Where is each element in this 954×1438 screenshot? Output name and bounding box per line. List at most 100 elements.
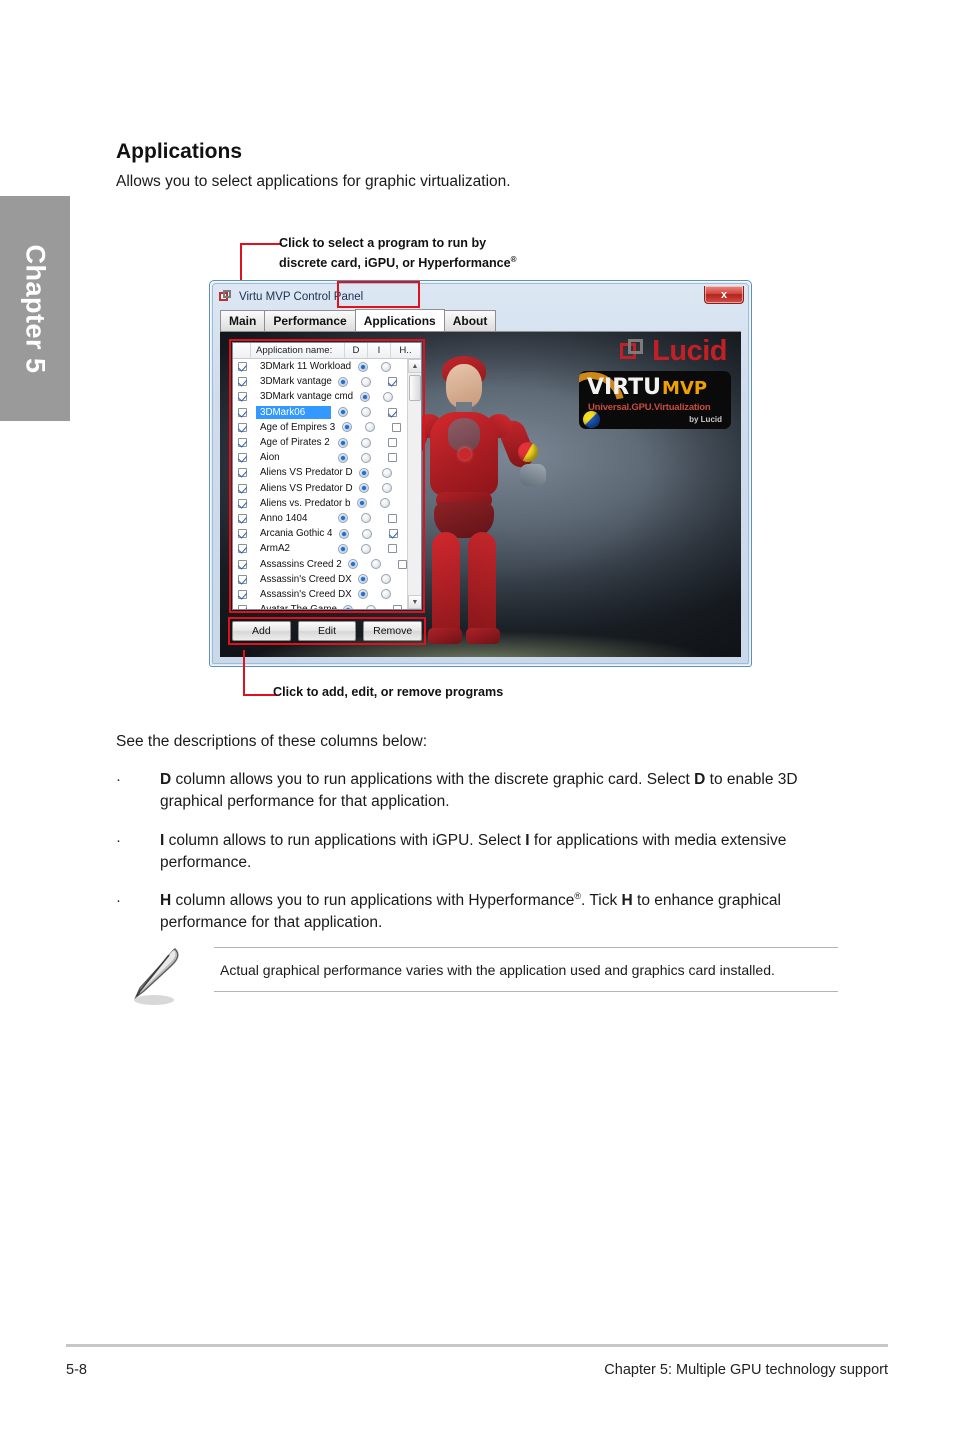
list-scrollbar[interactable]: ▲ ▼ [407,359,421,609]
row-h-checkbox[interactable] [399,484,407,493]
table-row[interactable]: Assassins Creed 2 [233,556,407,571]
row-d-radio[interactable] [332,376,355,387]
row-h-checkbox[interactable] [377,438,407,448]
column-header-name[interactable]: Application name: [251,343,345,358]
row-d-radio[interactable] [331,543,354,554]
scroll-up-icon[interactable]: ▲ [408,359,421,373]
row-d-radio[interactable] [353,483,376,494]
row-name-cell[interactable]: 3DMark vantage [251,375,332,388]
row-i-radio[interactable] [354,543,377,554]
table-row[interactable]: 3DMark06 [233,405,407,420]
close-icon[interactable]: x [704,286,744,304]
row-d-radio[interactable] [353,391,376,402]
row-enable-checkbox[interactable] [233,544,251,554]
row-enable-checkbox[interactable] [233,377,251,387]
row-enable-checkbox[interactable] [233,438,251,448]
row-enable-checkbox[interactable] [233,407,251,417]
table-row[interactable]: Age of Pirates 2 [233,435,407,450]
row-d-radio[interactable] [351,361,374,372]
row-i-radio[interactable] [375,574,398,585]
row-i-radio[interactable] [354,452,377,463]
remove-button[interactable]: Remove [363,621,423,641]
table-row[interactable]: Aion [233,450,407,465]
tab-applications[interactable]: Applications [354,309,445,331]
row-d-radio[interactable] [335,422,358,433]
table-row[interactable]: Arcania Gothic 4 [233,526,407,541]
row-h-checkbox[interactable] [398,590,407,599]
column-header-checkbox[interactable] [233,343,251,358]
row-h-checkbox[interactable] [399,392,407,401]
row-h-checkbox[interactable] [383,605,407,609]
row-d-radio[interactable] [331,513,354,524]
row-i-radio[interactable] [365,559,388,570]
row-i-radio[interactable] [355,376,378,387]
row-name-cell[interactable]: 3DMark06 [251,405,331,419]
column-header-i[interactable]: I [368,343,391,358]
row-name-cell[interactable]: Aliens VS Predator D [251,482,353,495]
row-h-checkbox[interactable] [397,362,407,371]
row-i-radio[interactable] [373,498,396,509]
table-row[interactable]: Aliens VS Predator D [233,481,407,496]
row-i-radio[interactable] [354,407,377,418]
row-name-cell[interactable]: Age of Pirates 2 [251,436,331,449]
row-name-cell[interactable]: Assassin's Creed DX [251,573,352,586]
row-i-radio[interactable] [354,513,377,524]
tab-performance[interactable]: Performance [264,310,356,331]
row-name-cell[interactable]: Arcania Gothic 4 [251,527,332,540]
row-enable-checkbox[interactable] [233,498,251,508]
row-i-radio[interactable] [358,422,381,433]
row-name-cell[interactable]: Assassins Creed 2 [251,558,342,571]
row-enable-checkbox[interactable] [233,529,251,539]
table-row[interactable]: Aliens VS Predator D [233,465,407,480]
row-d-radio[interactable] [342,559,365,570]
row-d-radio[interactable] [331,407,354,418]
row-i-radio[interactable] [376,467,399,478]
table-row[interactable]: 3DMark 11 Workload [233,359,407,374]
row-h-checkbox[interactable] [388,559,407,569]
row-d-radio[interactable] [331,437,354,448]
table-row[interactable]: Anno 1404 [233,511,407,526]
table-row[interactable]: Aliens vs. Predator b [233,496,407,511]
table-row[interactable]: Age of Empires 3 [233,420,407,435]
row-name-cell[interactable]: Assassin's Creed DX [251,588,352,601]
row-h-checkbox[interactable] [399,468,407,477]
row-name-cell[interactable]: Age of Empires 3 [251,421,335,434]
row-d-radio[interactable] [332,528,355,539]
row-enable-checkbox[interactable] [233,468,251,478]
row-enable-checkbox[interactable] [233,605,251,609]
application-list[interactable]: Application name: D I H.. 3DMark 11 Work… [232,342,422,610]
row-d-radio[interactable] [352,589,375,600]
table-row[interactable]: ArmA2 [233,541,407,556]
row-h-checkbox[interactable] [377,407,407,417]
row-name-cell[interactable]: ArmA2 [251,542,331,555]
row-d-radio[interactable] [331,452,354,463]
row-d-radio[interactable] [353,467,376,478]
row-name-cell[interactable]: 3DMark 11 Workload [251,360,351,373]
table-row[interactable]: 3DMark vantage [233,374,407,389]
row-h-checkbox[interactable] [381,422,407,432]
table-row[interactable]: 3DMark vantage cmd [233,389,407,404]
row-name-cell[interactable]: Avatar The Game [251,603,337,609]
row-d-radio[interactable] [337,604,360,609]
table-row[interactable]: Assassin's Creed DX [233,587,407,602]
row-name-cell[interactable]: 3DMark vantage cmd [251,390,353,403]
row-h-checkbox[interactable] [398,575,407,584]
column-header-h[interactable]: H.. [391,343,421,358]
row-name-cell[interactable]: Aliens vs. Predator b [251,497,350,510]
row-enable-checkbox[interactable] [233,559,251,569]
column-header-d[interactable]: D [345,343,368,358]
scrollbar-thumb[interactable] [409,375,421,401]
row-i-radio[interactable] [354,437,377,448]
row-name-cell[interactable]: Anno 1404 [251,512,331,525]
row-h-checkbox[interactable] [378,529,407,539]
row-enable-checkbox[interactable] [233,453,251,463]
row-name-cell[interactable]: Aion [251,451,331,464]
row-i-radio[interactable] [376,483,399,494]
table-row[interactable]: Assassin's Creed DX [233,572,407,587]
row-h-checkbox[interactable] [396,498,407,508]
row-i-radio[interactable] [355,528,378,539]
scroll-down-icon[interactable]: ▼ [408,595,421,609]
row-h-checkbox[interactable] [377,513,407,523]
tab-main[interactable]: Main [220,310,266,331]
row-enable-checkbox[interactable] [233,574,251,584]
